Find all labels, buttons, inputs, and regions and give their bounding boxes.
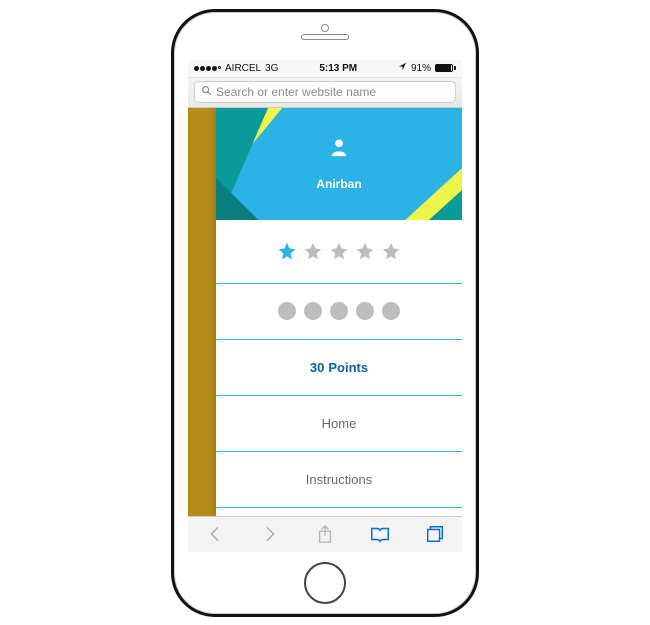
phone-frame: AIRCEL 3G 5:13 PM 91% Search or enter we… bbox=[171, 9, 479, 617]
profile-hero: Anirban bbox=[216, 108, 462, 220]
status-bar: AIRCEL 3G 5:13 PM 91% bbox=[188, 60, 462, 78]
menu-label: Home bbox=[322, 416, 357, 431]
tabs-button[interactable] bbox=[424, 523, 446, 545]
points-label: Points bbox=[328, 360, 368, 375]
browser-toolbar bbox=[188, 516, 462, 552]
dot-icon bbox=[356, 302, 374, 320]
page-content: Anirban bbox=[188, 108, 462, 516]
star-icon bbox=[355, 241, 375, 261]
dots-row bbox=[216, 284, 462, 340]
share-button[interactable] bbox=[314, 523, 336, 545]
browser-urlbar: Search or enter website name bbox=[188, 78, 462, 108]
clock-label: 5:13 PM bbox=[319, 63, 357, 74]
home-button[interactable] bbox=[304, 562, 346, 604]
battery-pct-label: 91% bbox=[411, 63, 431, 74]
star-icon bbox=[277, 241, 297, 261]
star-icon bbox=[381, 241, 401, 261]
menu-label: Instructions bbox=[306, 472, 372, 487]
carrier-label: AIRCEL bbox=[225, 63, 261, 74]
menu-item-home[interactable]: Home bbox=[216, 396, 462, 452]
user-icon bbox=[328, 136, 350, 163]
points-row[interactable]: 30 Points bbox=[216, 340, 462, 396]
back-button[interactable] bbox=[204, 523, 226, 545]
phone-speaker bbox=[301, 34, 349, 40]
side-menu-panel: Anirban bbox=[216, 108, 462, 516]
star-rating[interactable] bbox=[277, 241, 401, 261]
progress-dots bbox=[278, 302, 400, 320]
dot-icon bbox=[382, 302, 400, 320]
phone-camera bbox=[321, 24, 329, 32]
menu-item-instructions[interactable]: Instructions bbox=[216, 452, 462, 508]
rating-row bbox=[216, 220, 462, 284]
battery-icon bbox=[435, 64, 456, 72]
profile-username: Anirban bbox=[316, 177, 361, 191]
url-search-field[interactable]: Search or enter website name bbox=[194, 81, 456, 103]
phone-screen: AIRCEL 3G 5:13 PM 91% Search or enter we… bbox=[188, 60, 462, 552]
forward-button[interactable] bbox=[259, 523, 281, 545]
search-icon bbox=[201, 85, 212, 99]
location-icon bbox=[398, 62, 407, 74]
star-icon bbox=[329, 241, 349, 261]
url-placeholder: Search or enter website name bbox=[216, 85, 376, 99]
dot-icon bbox=[330, 302, 348, 320]
network-label: 3G bbox=[265, 63, 278, 74]
star-icon bbox=[303, 241, 323, 261]
bookmarks-button[interactable] bbox=[369, 523, 391, 545]
signal-dots-icon bbox=[194, 66, 221, 71]
dot-icon bbox=[278, 302, 296, 320]
hero-geometric-bg bbox=[216, 108, 462, 220]
points-value: 30 bbox=[310, 360, 324, 375]
dot-icon bbox=[304, 302, 322, 320]
